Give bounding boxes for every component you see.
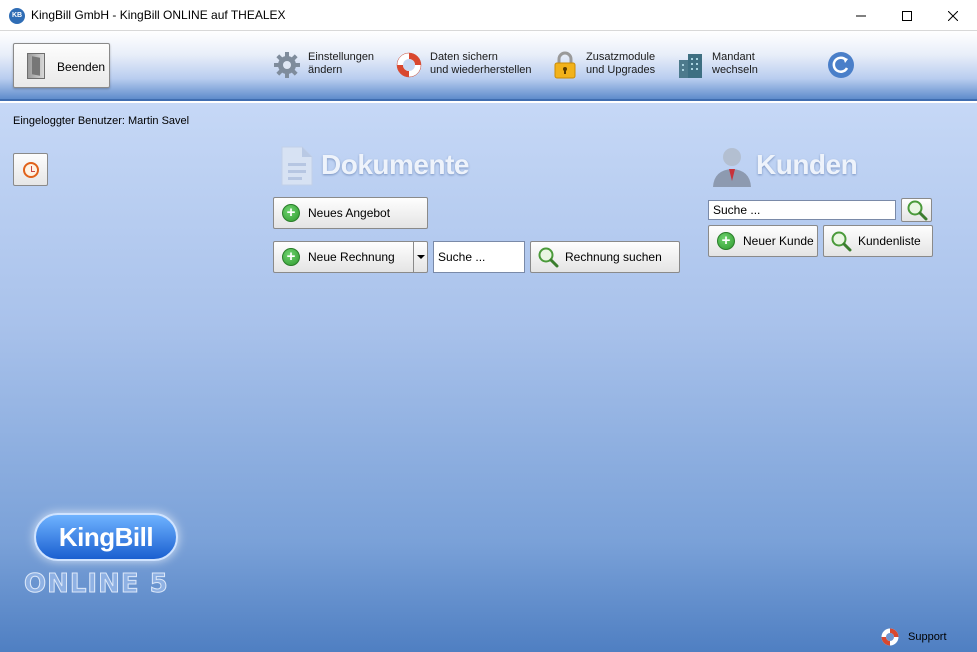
backup-label-line1: Daten sichern	[430, 51, 498, 63]
neue-rechnung-button[interactable]: + Neue Rechnung	[273, 241, 428, 273]
mandant-label-line2: wechseln	[712, 64, 758, 76]
backup-label-line2: und wiederherstellen	[430, 64, 532, 76]
settings-label-line2: ändern	[308, 64, 343, 76]
neue-rechnung-label: Neue Rechnung	[308, 250, 395, 264]
addons-button[interactable]: Zusatzmodule und Upgrades	[550, 41, 660, 89]
settings-button[interactable]: Einstellungen ändern	[272, 41, 382, 89]
main-area: Eingeloggter Benutzer: Martin Savel Doku…	[0, 103, 977, 652]
plus-icon: +	[282, 248, 300, 266]
window-title: KingBill GmbH - KingBill ONLINE auf THEA…	[31, 8, 286, 22]
close-icon	[948, 11, 958, 22]
kunden-title: Kunden	[756, 149, 858, 180]
minimize-icon	[856, 15, 866, 17]
magnifier-icon	[831, 231, 852, 252]
main-toolbar: Beenden Einstellungen ändern Daten siche…	[0, 31, 977, 101]
document-icon	[281, 146, 313, 186]
rechnung-suchen-label: Rechnung suchen	[565, 250, 662, 264]
mandant-button[interactable]: Mandant wechseln	[676, 41, 766, 89]
reminder-button[interactable]	[13, 153, 48, 186]
gear-icon	[274, 52, 300, 78]
refresh-icon	[828, 52, 854, 78]
logo-brand: KingBill	[34, 513, 178, 561]
rechnung-search-input[interactable]: Suche ...	[433, 241, 525, 273]
kunden-search-input[interactable]: Suche ...	[708, 200, 896, 220]
rechnung-suchen-button[interactable]: Rechnung suchen	[530, 241, 680, 273]
person-icon	[713, 148, 751, 187]
app-icon: KB	[9, 8, 25, 24]
backup-button[interactable]: Daten sichern und wiederherstellen	[394, 41, 534, 89]
kingbill-logo: KingBill ONLINE 5	[24, 503, 204, 613]
door-exit-icon	[27, 53, 45, 79]
settings-label-line1: Einstellungen	[308, 51, 375, 63]
addons-label-line1: Zusatzmodule	[586, 51, 656, 63]
lifebuoy-icon	[881, 628, 899, 646]
dokumente-title: Dokumente	[321, 149, 469, 180]
padlock-icon	[554, 51, 576, 79]
support-label: Support	[908, 631, 947, 643]
kunden-search-button[interactable]	[901, 198, 932, 222]
close-button[interactable]	[930, 0, 976, 31]
logged-in-user: Eingeloggter Benutzer: Martin Savel	[13, 115, 190, 127]
neues-angebot-label: Neues Angebot	[308, 206, 391, 220]
lifebuoy-icon	[396, 52, 422, 78]
minimize-button[interactable]	[838, 0, 884, 31]
title-bar: KB KingBill GmbH - KingBill ONLINE auf T…	[0, 0, 977, 31]
kundenliste-button[interactable]: Kundenliste	[823, 225, 933, 257]
plus-icon: +	[717, 232, 735, 250]
neuer-kunde-label: Neuer Kunde	[743, 234, 814, 248]
logo-edition: ONLINE 5	[24, 569, 169, 600]
neuer-kunde-button[interactable]: + Neuer Kunde	[708, 225, 818, 257]
maximize-button[interactable]	[884, 0, 930, 31]
magnifier-icon	[538, 247, 559, 268]
beenden-button[interactable]: Beenden	[13, 43, 110, 88]
beenden-label: Beenden	[57, 60, 106, 74]
addons-label-line2: und Upgrades	[586, 64, 656, 76]
mandant-label-line1: Mandant	[712, 51, 755, 63]
alarm-clock-icon	[23, 162, 39, 178]
neue-rechnung-dropdown-arrow[interactable]	[413, 242, 427, 272]
magnifier-icon	[907, 200, 928, 221]
building-icon	[679, 54, 702, 78]
refresh-button[interactable]	[826, 41, 856, 89]
plus-icon: +	[282, 204, 300, 222]
maximize-icon	[902, 11, 912, 22]
kundenliste-label: Kundenliste	[858, 234, 921, 248]
neues-angebot-button[interactable]: + Neues Angebot	[273, 197, 428, 229]
